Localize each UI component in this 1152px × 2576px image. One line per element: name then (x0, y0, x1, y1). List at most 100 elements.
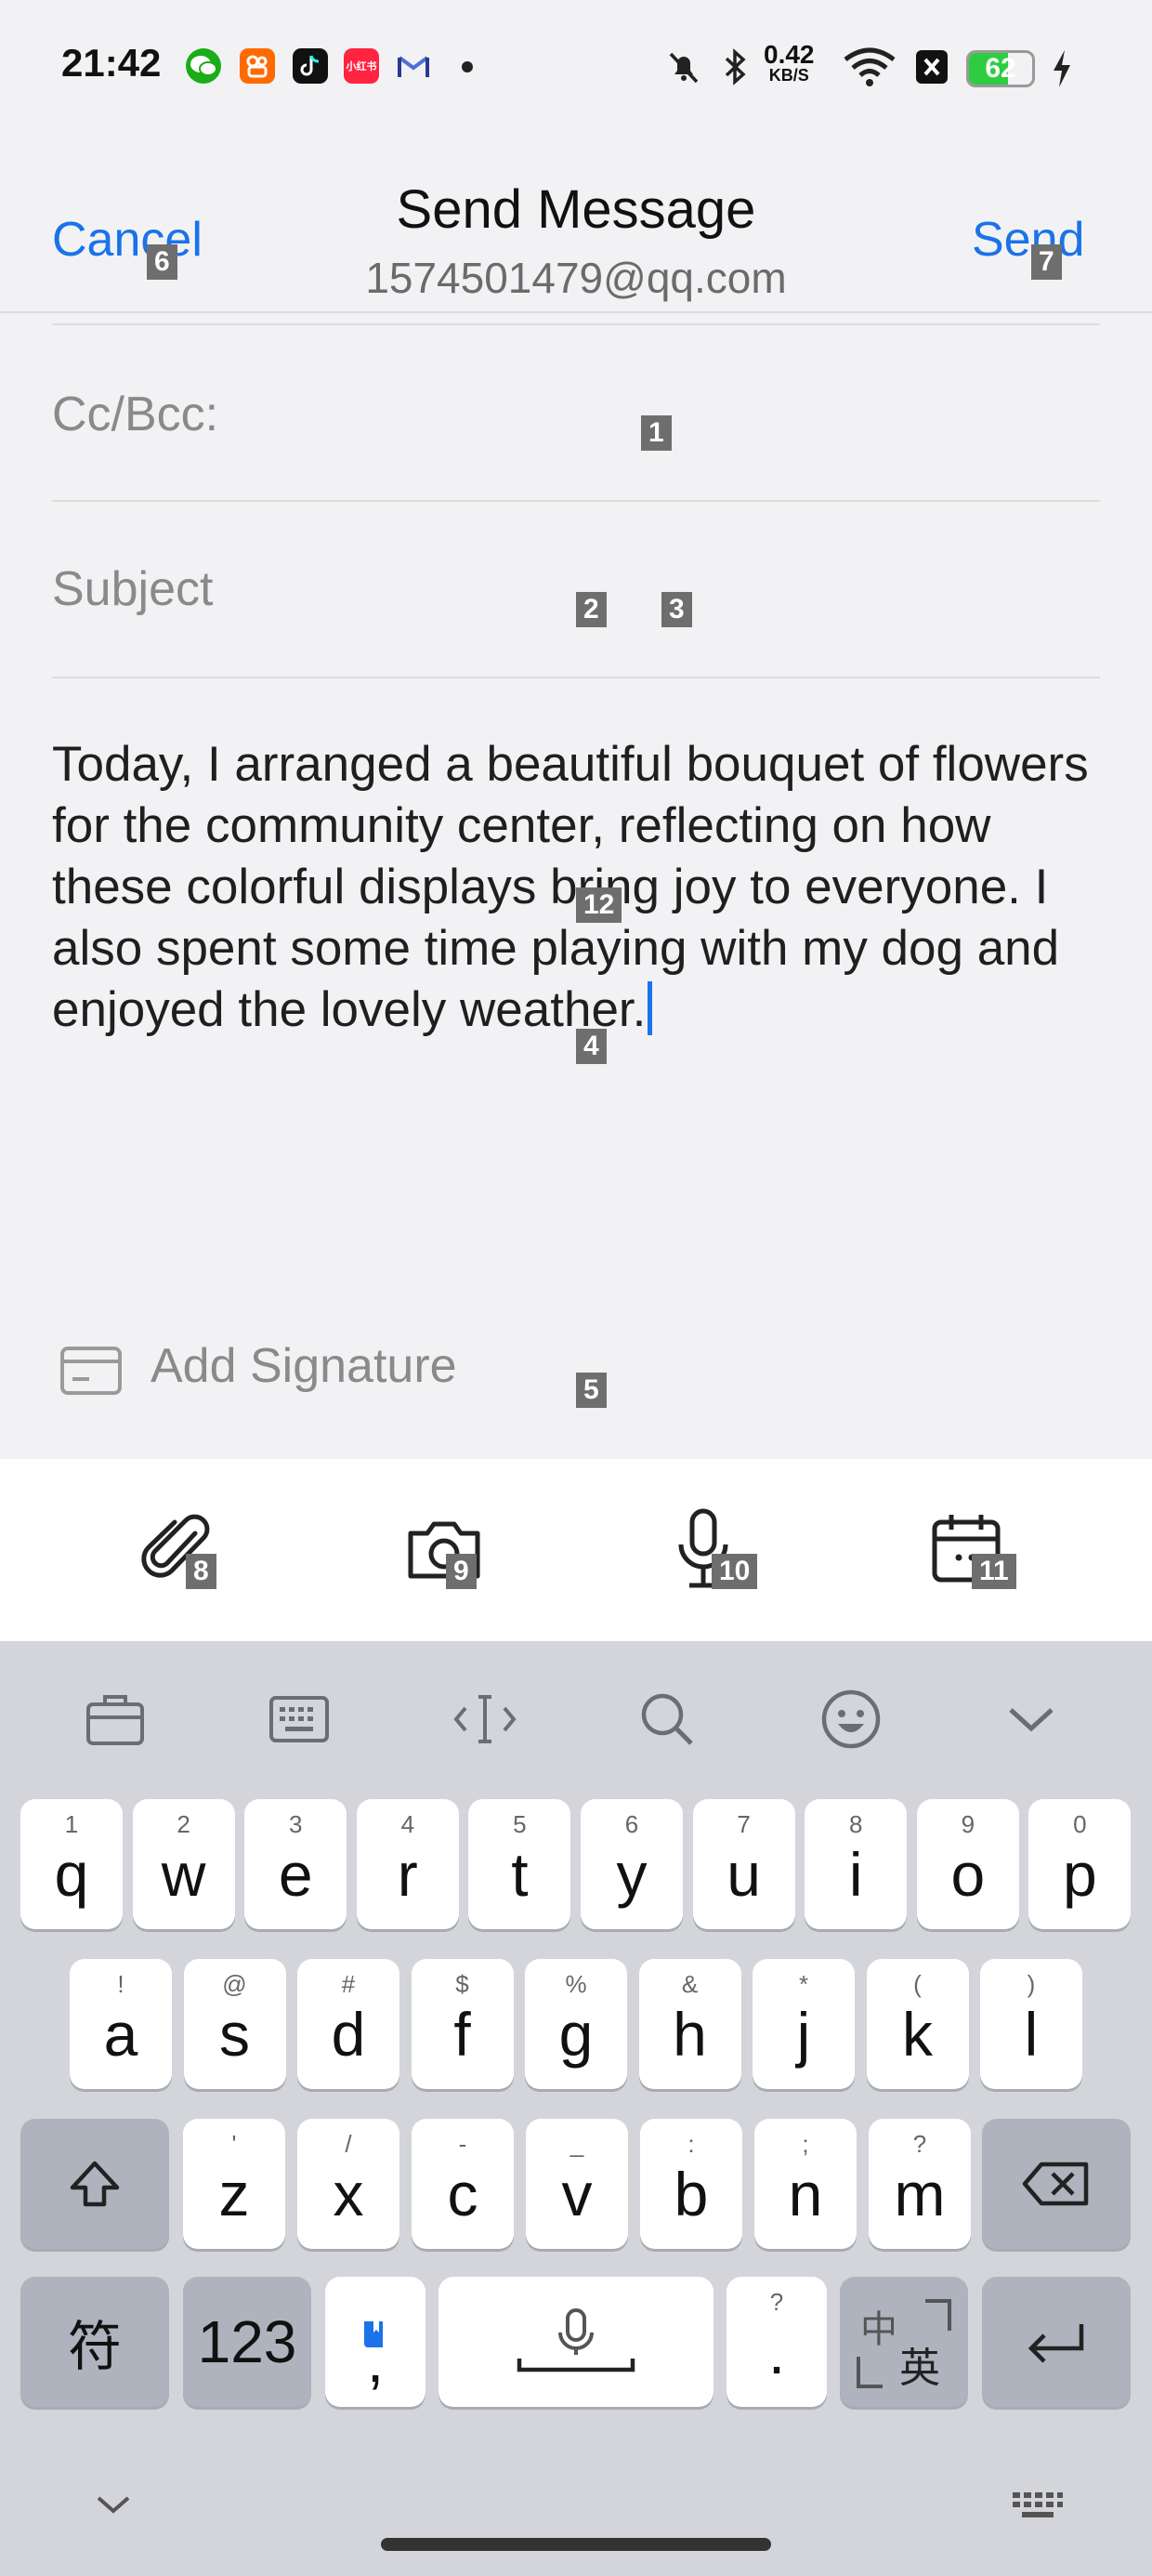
send-button[interactable]: Send (972, 212, 1084, 268)
search-icon[interactable] (630, 1682, 704, 1756)
key-i[interactable]: 8i (805, 1799, 908, 1929)
key-s[interactable]: @ s (183, 1959, 286, 2089)
keyboard-switch-icon[interactable] (1011, 2491, 1065, 2525)
hide-keyboard-icon[interactable] (91, 2491, 136, 2523)
cc-bcc-field[interactable]: Cc/Bcc: (0, 327, 1152, 500)
collapse-icon[interactable] (994, 1682, 1068, 1756)
key-o[interactable]: 9o (916, 1799, 1019, 1929)
language-bracket-icon (857, 2299, 951, 2388)
key-b[interactable]: :b (640, 2119, 742, 2249)
subject-input[interactable]: Subject (0, 502, 1152, 675)
add-signature-label: Add Signature (151, 1339, 457, 1393)
period-label: . (767, 2318, 786, 2386)
key-label: p (1063, 1840, 1097, 1909)
key-hint: _ (569, 2130, 584, 2158)
enter-key[interactable] (982, 2277, 1131, 2407)
key-f[interactable]: $ f (411, 1959, 514, 2089)
key-p[interactable]: 0p (1028, 1799, 1132, 1929)
key-v[interactable]: _ v (526, 2119, 628, 2249)
key-r[interactable]: 4r (356, 1799, 459, 1929)
key-hint: ; (802, 2130, 809, 2158)
wifi-icon (842, 46, 897, 92)
signature-card-icon (59, 1346, 123, 1400)
network-speed-value: 0.42 (764, 40, 815, 69)
key-k[interactable]: (k (866, 1959, 969, 2089)
keyboard-layout-icon[interactable] (262, 1682, 336, 1756)
key-m[interactable]: ? m (869, 2119, 971, 2249)
network-speed-unit: KB/S (768, 66, 809, 85)
status-time: 21:42 (61, 41, 162, 85)
key-e[interactable]: 3e (244, 1799, 347, 1929)
key-label: j (796, 2000, 811, 2069)
key-hint: 3 (288, 1810, 303, 1838)
key-hint: & (681, 1970, 699, 1998)
key-x[interactable]: / x (297, 2119, 399, 2249)
key-l[interactable]: ) l (980, 1959, 1082, 2089)
numbers-key[interactable]: 123 (183, 2277, 311, 2407)
wechat-icon (186, 48, 221, 84)
key-hint: ) (1027, 1970, 1036, 1998)
key-d[interactable]: # d (297, 1959, 399, 2089)
key-hint: * (798, 1970, 809, 1998)
key-u[interactable]: 7u (692, 1799, 795, 1929)
key-label: y (616, 1840, 648, 1909)
key-a[interactable]: ! a (70, 1959, 172, 2089)
key-hint: 7 (737, 1810, 751, 1838)
period-hint: ? (769, 2288, 784, 2316)
cursor-icon[interactable] (448, 1682, 522, 1756)
key-n[interactable]: ; n (754, 2119, 857, 2249)
home-indicator[interactable] (381, 2538, 771, 2551)
key-label: o (950, 1840, 986, 1909)
key-hint: / (345, 2130, 352, 2158)
key-hint: ( (913, 1970, 922, 1998)
battery-level: 62 (985, 53, 1016, 84)
annotation-badge: 4 (576, 1029, 607, 1064)
clipboard-icon[interactable] (78, 1682, 152, 1756)
key-t[interactable]: 5t (468, 1799, 571, 1929)
header-divider (0, 311, 1152, 313)
mute-icon (663, 46, 704, 92)
key-label: a (103, 2000, 138, 2069)
compose-toolbar (0, 1459, 1152, 1641)
shift-key[interactable] (20, 2119, 169, 2249)
space-key[interactable] (439, 2277, 713, 2407)
key-y[interactable]: 6y (581, 1799, 683, 1929)
key-q[interactable]: 1q (20, 1799, 123, 1929)
xiaohongshu-label: 小红书 (346, 61, 377, 72)
key-j[interactable]: * j (753, 1959, 855, 2089)
divider (52, 323, 1100, 325)
message-body-text: Today, I arranged a beautiful bouquet of… (52, 734, 1093, 1041)
key-label: r (397, 1840, 418, 1909)
key-h[interactable]: & h (638, 1959, 741, 2089)
key-hint: # (341, 1970, 356, 1998)
annotation-badge: 5 (576, 1373, 607, 1408)
language-switch-key[interactable]: 中 英 (840, 2277, 968, 2407)
emoji-icon[interactable] (814, 1682, 888, 1756)
key-hint: 6 (624, 1810, 639, 1838)
key-hint: ! (117, 1970, 124, 1998)
symbols-key[interactable]: 符 (20, 2277, 169, 2407)
backspace-key[interactable] (982, 2119, 1131, 2249)
key-g[interactable]: % g (525, 1959, 627, 2089)
status-bar: 21:42 小红书 0.42 KB/S 62 (0, 0, 1152, 139)
key-z[interactable]: ' z (183, 2119, 285, 2249)
message-body-content: Today, I arranged a beautiful bouquet of… (52, 737, 1089, 1037)
key-label: e (278, 1840, 313, 1909)
key-label: t (511, 1840, 529, 1909)
key-hint: 0 (1073, 1810, 1087, 1838)
annotation-badge: 1 (641, 415, 672, 451)
cc-bcc-label: Cc/Bcc: (52, 388, 219, 441)
annotation-badge: 9 (446, 1554, 477, 1589)
comma-key[interactable]: , (325, 2277, 425, 2407)
key-w[interactable]: 2w (132, 1799, 235, 1929)
key-c[interactable]: -c (412, 2119, 514, 2249)
period-key[interactable]: ? . (727, 2277, 827, 2407)
key-label: s (219, 2000, 250, 2069)
annotation-badge: 7 (1031, 244, 1062, 280)
annotation-badge: 3 (661, 592, 692, 627)
key-label: g (558, 2000, 594, 2069)
key-label: k (902, 2000, 933, 2069)
key-label: b (674, 2160, 709, 2228)
dictionary-icon (360, 2293, 388, 2364)
shift-icon (70, 2161, 120, 2207)
